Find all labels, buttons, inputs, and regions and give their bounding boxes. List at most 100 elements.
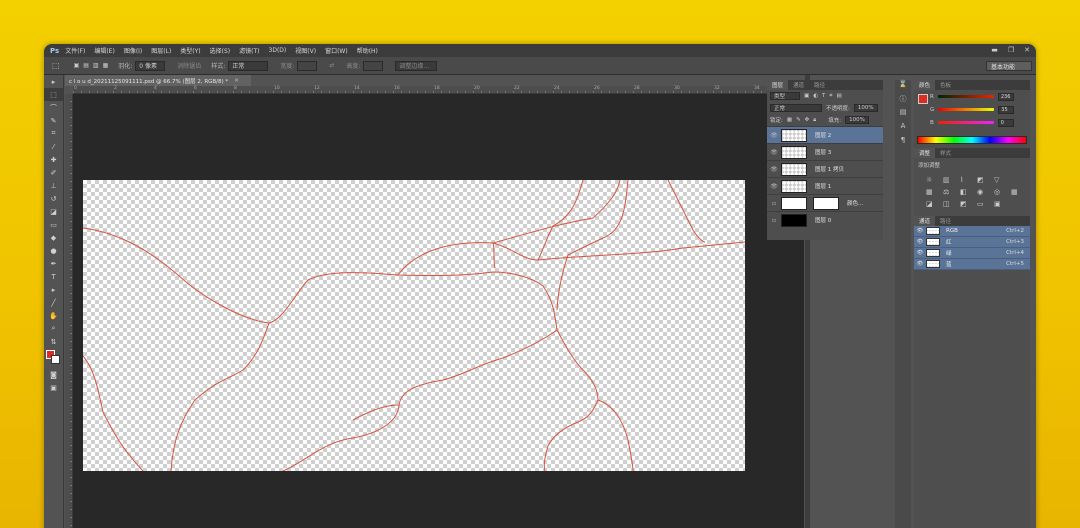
photo-filter-icon[interactable]: ◉ (977, 188, 987, 196)
lock-pixels-icon[interactable]: ✎ (796, 117, 801, 123)
exposure-icon[interactable]: ◩ (977, 176, 987, 184)
menu-select[interactable]: 选择(S) (210, 46, 231, 55)
eraser-tool-icon[interactable]: ◪ (44, 205, 63, 218)
menu-image[interactable]: 图像(I) (124, 46, 142, 55)
hand-tool-icon[interactable]: ✋ (44, 309, 63, 322)
channel-row[interactable]: 👁︎ RGB Ctrl+2 (914, 226, 1030, 237)
zoom-tool-icon[interactable]: ⌕ (44, 322, 63, 335)
channel-row[interactable]: 👁︎ 蓝 Ctrl+5 (914, 259, 1030, 270)
menu-type[interactable]: 类型(Y) (180, 46, 200, 55)
channel-row[interactable]: 👁︎ 绿 Ctrl+4 (914, 248, 1030, 259)
lasso-tool-icon[interactable]: ⌒ (44, 101, 63, 114)
channel-row[interactable]: 👁︎ 红 Ctrl+3 (914, 237, 1030, 248)
posterize-icon[interactable]: ◫ (943, 200, 953, 208)
line-tool-icon[interactable]: ╱ (44, 296, 63, 309)
lock-position-icon[interactable]: ✥ (805, 117, 810, 123)
opacity-input[interactable]: 100% (853, 104, 878, 112)
eye-hidden-icon[interactable]: ▫ (767, 200, 781, 207)
canvas-workspace[interactable] (73, 94, 804, 528)
layer-row[interactable]: 👁︎ 图层 1 拷贝 (767, 160, 883, 177)
blend-mode-select[interactable]: 正常 (770, 104, 822, 112)
gradient-tool-icon[interactable]: ▭ (44, 218, 63, 231)
menu-window[interactable]: 窗口(W) (325, 46, 348, 55)
lock-transparent-icon[interactable]: ▦ (787, 117, 792, 123)
invert-icon[interactable]: ◪ (926, 200, 936, 208)
color-spectrum[interactable] (917, 136, 1027, 144)
eye-icon[interactable]: 👁︎ (767, 132, 781, 139)
feather-input[interactable]: 0 像素 (135, 60, 166, 71)
stamp-tool-icon[interactable]: ⊥ (44, 179, 63, 192)
filter-type-icon[interactable]: T (822, 93, 825, 99)
eyedropper-tool-icon[interactable]: ⁄ (44, 140, 63, 153)
menu-edit[interactable]: 编辑(E) (94, 46, 114, 55)
fill-input[interactable]: 100% (845, 116, 869, 124)
color-balance-icon[interactable]: ⚖ (943, 188, 953, 196)
brightness-icon[interactable]: ☼ (926, 176, 936, 184)
vibrance-icon[interactable]: ▽ (994, 176, 1004, 184)
layer-mask-thumbnail[interactable] (813, 196, 839, 210)
tab-paths-right[interactable]: 路径 (935, 216, 956, 226)
tab-color[interactable]: 颜色 (914, 80, 936, 90)
new-selection-icon[interactable]: ▣ (74, 62, 80, 69)
b-input[interactable]: 0 (997, 118, 1014, 127)
curves-icon[interactable]: ⌇ (960, 176, 970, 184)
r-input[interactable]: 236 (997, 92, 1014, 101)
layer-row[interactable]: ▫ 颜色... (767, 194, 883, 211)
black-white-icon[interactable]: ◧ (960, 188, 970, 196)
subtract-selection-icon[interactable]: ▥ (93, 62, 99, 69)
tab-layers[interactable]: 图层 (767, 80, 789, 90)
threshold-icon[interactable]: ◩ (960, 200, 970, 208)
lock-all-icon[interactable]: 🔒︎ (813, 117, 816, 124)
eye-icon[interactable]: 👁︎ (914, 239, 926, 245)
background-color-swatch[interactable] (51, 355, 60, 364)
move-tool-icon[interactable]: ▸ (44, 75, 63, 88)
g-input[interactable]: 35 (998, 105, 1015, 114)
swap-icon[interactable]: ⇄ (329, 62, 334, 69)
document-canvas[interactable] (83, 180, 745, 471)
layer-row[interactable]: 👁︎ 图层 3 (767, 143, 883, 160)
filter-kind-select[interactable]: 类型 (770, 92, 800, 100)
quick-select-tool-icon[interactable]: ✎ (44, 114, 63, 127)
paragraph-panel-icon[interactable]: ¶ (895, 136, 911, 150)
filter-shape-icon[interactable]: ⌗ (829, 93, 832, 100)
tab-styles[interactable]: 样式 (935, 148, 956, 158)
color-fg-swatch[interactable] (918, 94, 928, 104)
dodge-tool-icon[interactable]: ● (44, 244, 63, 257)
eye-icon[interactable]: 👁︎ (767, 149, 781, 156)
marquee-tool-icon[interactable]: ⬚ (44, 88, 63, 101)
menu-3d[interactable]: 3D(D) (269, 47, 287, 54)
menu-layer[interactable]: 图层(L) (151, 46, 171, 55)
tab-channels-right[interactable]: 通道 (914, 216, 936, 226)
height-input[interactable] (363, 60, 384, 71)
brush-tool-icon[interactable]: ✐ (44, 166, 63, 179)
menu-help[interactable]: 帮助(H) (357, 46, 378, 55)
path-select-tool-icon[interactable]: ▸ (44, 283, 63, 296)
tab-swatches[interactable]: 色板 (935, 80, 956, 90)
eye-icon[interactable]: 👁︎ (767, 166, 781, 173)
color-swatches[interactable] (44, 348, 63, 368)
filter-pixel-icon[interactable]: ▣ (804, 93, 809, 99)
pen-tool-icon[interactable]: ✒ (44, 257, 63, 270)
tab-paths[interactable]: 路径 (809, 80, 830, 90)
menu-filter[interactable]: 滤镜(T) (239, 46, 259, 55)
layer-row[interactable]: 👁︎ 图层 1 (767, 177, 883, 194)
r-slider[interactable] (937, 95, 994, 98)
channel-mixer-icon[interactable]: ◎ (994, 188, 1004, 196)
layer-row[interactable]: 👁︎ 图层 2 (767, 126, 883, 143)
minimize-icon[interactable]: ▬ (991, 46, 998, 54)
antialias-checkbox[interactable]: 消除锯齿 (177, 61, 201, 70)
hue-saturation-icon[interactable]: ▦ (926, 188, 936, 196)
eye-icon[interactable]: 👁︎ (767, 183, 781, 190)
g-slider[interactable] (938, 108, 995, 111)
blur-tool-icon[interactable]: ◆ (44, 231, 63, 244)
style-select[interactable]: 正常 (228, 60, 269, 71)
quick-mask-icon[interactable]: ◙ (44, 368, 63, 381)
document-tab[interactable]: c l o u d_20211125091111.psd @ 66.7% (图层… (65, 75, 251, 86)
color-lookup-icon[interactable]: ▦ (1011, 188, 1021, 196)
history-brush-icon[interactable]: ↺ (44, 192, 63, 205)
gradient-map-icon[interactable]: ▭ (977, 200, 987, 208)
close-tab-icon[interactable]: ✕ (234, 78, 239, 84)
history-panel-icon[interactable]: ⌛ (895, 80, 911, 94)
crop-tool-icon[interactable]: ⌗ (44, 127, 63, 140)
width-input[interactable] (297, 60, 318, 71)
